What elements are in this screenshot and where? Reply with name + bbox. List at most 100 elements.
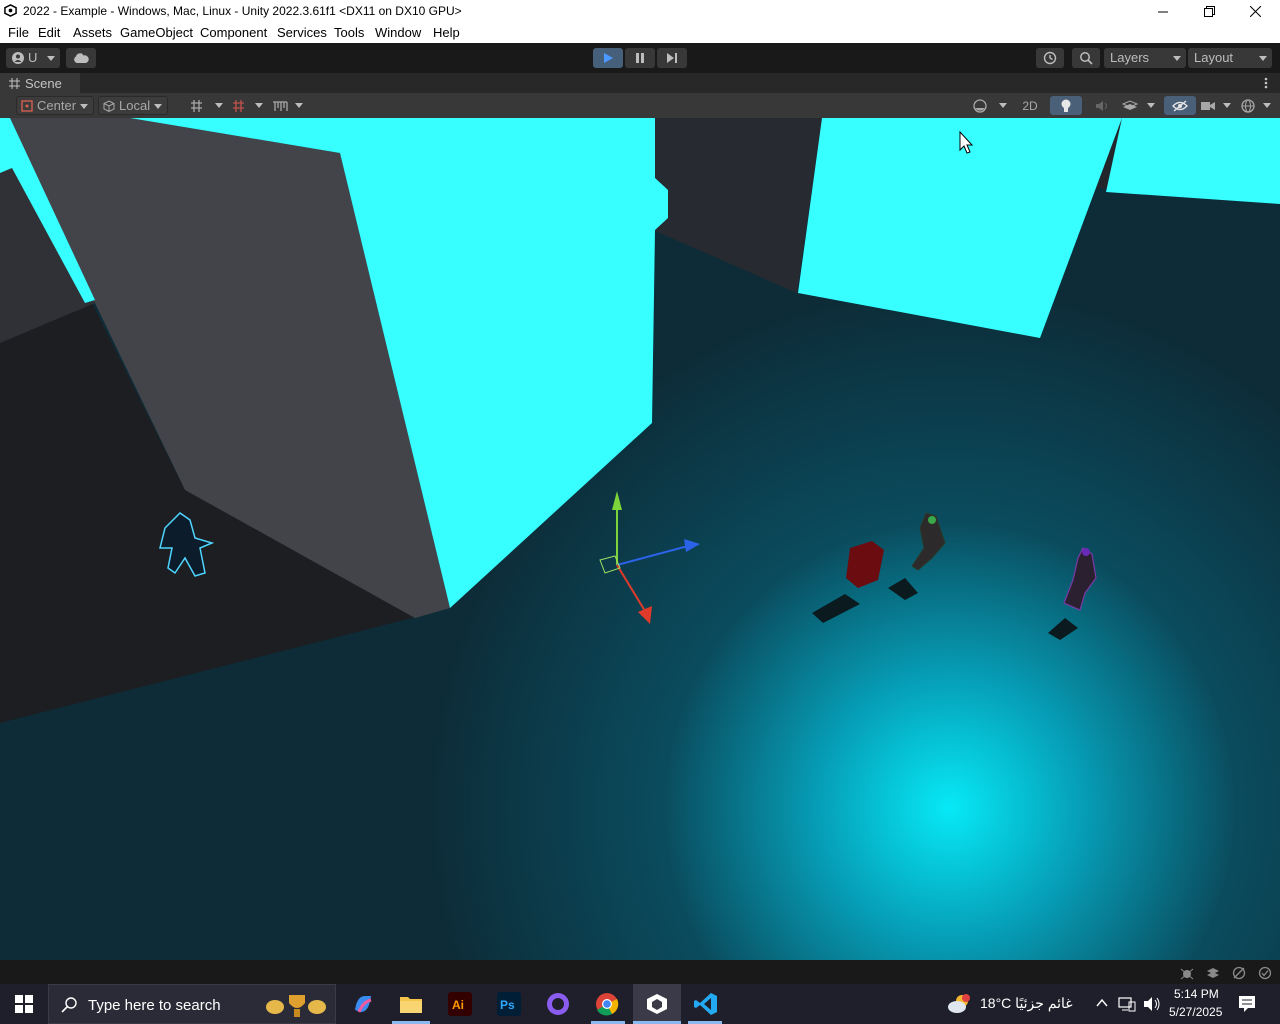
scene-visibility-button[interactable]	[1164, 96, 1196, 115]
menu-component[interactable]: Component	[200, 25, 267, 40]
vscode-icon	[694, 993, 717, 1015]
light-bulb-icon	[1061, 99, 1071, 112]
scene-tab-bar: Scene	[0, 73, 1280, 93]
undo-history-button[interactable]	[1036, 48, 1064, 68]
pause-icon	[636, 53, 644, 63]
windows-taskbar: Type here to search Ai Ps 18°C غائم جزئي…	[0, 984, 1280, 1024]
main-toolbar: U Layers Layout	[0, 43, 1280, 73]
minimize-icon	[1157, 11, 1168, 12]
space-dropdown[interactable]: Local	[98, 96, 168, 115]
search-placeholder: Type here to search	[88, 997, 221, 1014]
search-icon	[61, 997, 77, 1013]
search-button[interactable]	[1072, 48, 1100, 68]
photoshop-icon: Ps	[497, 992, 521, 1016]
layers-label: Layers	[1110, 50, 1150, 65]
start-button[interactable]	[10, 990, 38, 1018]
layers-dropdown[interactable]: Layers	[1104, 48, 1186, 68]
chevron-down-icon	[1259, 56, 1267, 61]
minimize-button[interactable]	[1140, 0, 1186, 22]
history-icon	[1043, 51, 1057, 65]
menu-help[interactable]: Help	[433, 25, 460, 40]
cloud-button[interactable]	[66, 48, 96, 68]
chevron-down-icon	[215, 103, 223, 108]
effects-layers-icon	[1122, 99, 1138, 110]
camera-dropdown[interactable]	[1200, 96, 1236, 115]
ruler-icon	[273, 100, 288, 111]
more-vertical-icon	[1264, 77, 1268, 89]
chevron-down-icon	[80, 104, 88, 109]
clock-time[interactable]: 5:14 PM	[1174, 987, 1219, 1001]
unity-icon	[647, 994, 667, 1014]
search-icon	[1080, 52, 1093, 65]
illustrator-app-icon[interactable]: Ai	[446, 990, 474, 1018]
trophy-bees-icon	[266, 995, 326, 1017]
pause-button[interactable]	[625, 48, 655, 68]
windows-logo-icon	[15, 995, 33, 1013]
tab-more-menu-button[interactable]	[1259, 75, 1273, 91]
weather-text[interactable]: 18°C غائم جزئيًا	[980, 995, 1073, 1012]
scene-view-toolbar: Center Local 2D	[0, 93, 1280, 118]
menu-bar: File Edit Assets GameObject Component Se…	[0, 22, 1280, 43]
chevron-down-icon	[1223, 103, 1231, 108]
file-explorer-app-icon[interactable]	[397, 990, 425, 1018]
menu-tools[interactable]: Tools	[334, 25, 364, 40]
scene-viewport[interactable]	[0, 118, 1280, 960]
layout-label: Layout	[1194, 50, 1234, 65]
chevron-down-icon	[295, 103, 303, 108]
step-button[interactable]	[657, 48, 687, 68]
svg-text:Ps: Ps	[500, 998, 515, 1012]
menu-assets[interactable]: Assets	[73, 25, 112, 40]
menu-services[interactable]: Services	[277, 25, 327, 40]
audio-toggle-button[interactable]	[1088, 96, 1116, 115]
network-icon[interactable]	[1232, 966, 1246, 980]
check-circle-icon[interactable]	[1258, 966, 1272, 980]
grid-snap-dropdown[interactable]	[190, 96, 228, 115]
space-label: Local	[119, 98, 151, 113]
account-dropdown[interactable]: U	[6, 48, 60, 68]
copilot-app-icon[interactable]	[349, 990, 377, 1018]
svg-text:Ai: Ai	[452, 998, 464, 1012]
tab-scene-label: Scene	[25, 76, 62, 91]
grid-visibility-dropdown[interactable]	[232, 96, 268, 115]
layers-stack-icon[interactable]	[1206, 966, 1220, 980]
lighting-toggle-button[interactable]	[1050, 96, 1082, 115]
weather-icon[interactable]	[946, 992, 972, 1016]
play-button[interactable]	[593, 48, 623, 68]
clock-date[interactable]: 5/27/2025	[1169, 1005, 1222, 1019]
menu-file[interactable]: File	[8, 25, 29, 40]
status-bar	[0, 960, 1280, 984]
close-icon	[1249, 5, 1261, 17]
restore-button[interactable]	[1186, 0, 1232, 22]
chevron-up-icon[interactable]	[1096, 998, 1108, 1008]
draw-mode-dropdown[interactable]	[972, 96, 1012, 115]
notifications-icon[interactable]	[1238, 995, 1256, 1013]
close-button[interactable]	[1232, 0, 1278, 22]
folder-icon	[400, 997, 422, 1013]
taskbar-search-box[interactable]: Type here to search	[48, 984, 336, 1024]
pivot-icon	[21, 99, 33, 112]
github-desktop-app-icon[interactable]	[544, 990, 572, 1018]
chevron-down-icon	[154, 104, 162, 109]
gizmos-dropdown[interactable]	[1240, 96, 1276, 115]
vscode-app-icon[interactable]	[692, 990, 720, 1018]
photoshop-app-icon[interactable]: Ps	[495, 990, 523, 1018]
bug-icon[interactable]	[1180, 966, 1194, 980]
toggle-2d-button[interactable]: 2D	[1016, 96, 1044, 115]
increment-snap-dropdown[interactable]	[272, 96, 308, 115]
scene-render[interactable]	[0, 118, 1280, 960]
shading-sphere-icon	[973, 98, 987, 113]
pivot-dropdown[interactable]: Center	[16, 96, 94, 115]
network-status-icon[interactable]	[1118, 996, 1136, 1012]
cyan-block-far-right	[1106, 118, 1280, 204]
volume-icon[interactable]	[1143, 996, 1161, 1012]
menu-gameobject[interactable]: GameObject	[120, 25, 193, 40]
layout-dropdown[interactable]: Layout	[1188, 48, 1272, 68]
tab-scene[interactable]: Scene	[0, 73, 80, 93]
menu-edit[interactable]: Edit	[38, 25, 60, 40]
unity-app-icon[interactable]	[643, 990, 671, 1018]
menu-window[interactable]: Window	[375, 25, 421, 40]
window-title: 2022 - Example - Windows, Mac, Linux - U…	[23, 4, 462, 18]
chrome-app-icon[interactable]	[593, 990, 621, 1018]
copilot-icon	[355, 996, 372, 1013]
effects-dropdown[interactable]	[1122, 96, 1160, 115]
